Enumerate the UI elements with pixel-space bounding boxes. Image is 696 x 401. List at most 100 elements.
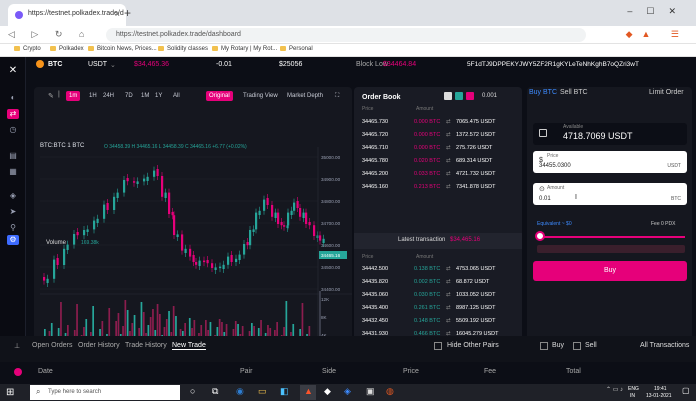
tab-open-orders[interactable]: Open Orders — [32, 342, 72, 349]
current-price-label: 34465.16 — [321, 253, 341, 258]
amount-field[interactable]: ⊙ Amount 0.01 I BTC — [533, 183, 687, 205]
new-tab-icon[interactable]: + — [124, 6, 131, 20]
exchange-icon[interactable]: ⇄ — [7, 109, 19, 119]
ask-amount-header: Amount — [416, 106, 434, 112]
timeframe-24h[interactable]: 24H — [100, 91, 117, 101]
bookmark-item[interactable]: Bitcoin News, Prices... — [88, 46, 157, 52]
chat-icon[interactable]: ◈ — [7, 191, 19, 201]
sell-tab[interactable]: Sell BTC — [560, 89, 588, 96]
tab-order-history[interactable]: Order History — [78, 342, 120, 349]
task-view-icon[interactable]: ○ — [190, 386, 195, 396]
buy-tab[interactable]: Buy BTC — [529, 89, 557, 96]
buy-filter-checkbox[interactable] — [540, 342, 548, 350]
col-date: Date — [38, 368, 53, 375]
sell-filter-checkbox[interactable] — [573, 342, 581, 350]
windows-start-icon[interactable]: ⊞ — [6, 387, 14, 398]
browser-tab[interactable]: https://testnet.polkadex.trade/d × — [8, 4, 126, 26]
buy-button[interactable]: Buy — [533, 261, 687, 281]
timeframe-1m[interactable]: 1m — [66, 91, 81, 101]
close-tab-icon[interactable]: × — [115, 9, 120, 19]
timeframe-1h[interactable]: 1H — [86, 91, 100, 101]
timeframe-7d[interactable]: 7D — [122, 91, 136, 101]
notifications-icon[interactable]: ▢ — [682, 386, 690, 395]
bookmark-item[interactable]: Polkadex — [50, 46, 84, 52]
chevron-down-icon[interactable]: ⌄ — [110, 61, 116, 69]
col-fee: Fee — [484, 368, 497, 375]
bid-price-header: Price — [362, 254, 374, 260]
bookmark-item[interactable]: Crypto — [14, 46, 41, 52]
tab-new-trade[interactable]: New Trade — [172, 342, 206, 350]
link-icon[interactable]: ⚲ — [7, 223, 19, 233]
brave-extension-icons[interactable]: ◆▲ ☰ — [626, 29, 688, 40]
row-amount: 0.261 BTC — [414, 305, 441, 311]
tab-trade-history[interactable]: Trade History — [125, 342, 167, 349]
amount-slider[interactable] — [537, 236, 685, 238]
settings-icon[interactable]: ⚙ — [7, 235, 19, 245]
candle-body — [66, 244, 69, 250]
slider-handle[interactable] — [535, 231, 545, 241]
file-explorer-icon[interactable]: ▭ — [258, 386, 267, 397]
all-transactions-select[interactable]: All Transactions — [640, 342, 689, 349]
windows-taskbar: ⊞ ⌕ Type here to search ○ ⧉ ◉ ▭ ◧ ▲ ◆ ◈ … — [0, 384, 696, 401]
candle-body — [222, 264, 225, 269]
swap-icon: ⇄ — [446, 318, 451, 324]
vscode-icon[interactable]: ◈ — [344, 386, 351, 397]
col-total: Total — [566, 368, 581, 375]
store-icon[interactable]: ◧ — [280, 386, 289, 397]
candle-body — [63, 248, 66, 265]
taskbar-search[interactable]: ⌕ Type here to search — [30, 385, 180, 400]
list-icon[interactable]: ▦ — [7, 167, 19, 177]
volume-tick-label: 8K — [321, 315, 328, 320]
tray-icons[interactable]: ⌃ ▭ ♪ — [606, 386, 623, 393]
clock-time[interactable]: 19:41 — [654, 386, 667, 392]
edge-icon[interactable]: ◉ — [236, 386, 244, 397]
hide-pairs-checkbox[interactable] — [434, 342, 442, 350]
book-view-both-icon[interactable] — [444, 92, 452, 100]
asset-symbol[interactable]: BTC — [48, 61, 62, 68]
chart-view-market-depth[interactable]: Market Depth — [284, 91, 326, 101]
order-type-selector[interactable]: Limit Order — [649, 89, 684, 96]
git-icon[interactable]: ◍ — [386, 386, 394, 397]
candle-body — [136, 181, 139, 184]
collapse-icon[interactable]: ⊥ — [14, 342, 20, 350]
candle-body — [286, 225, 289, 228]
row-price: 34435.820 — [362, 279, 388, 285]
fullscreen-icon[interactable]: ⛶ — [332, 91, 342, 102]
app-icon[interactable]: ◆ — [324, 386, 331, 397]
order-book-panel: Order Book 0.001 Price Amount Latest tra… — [354, 87, 522, 375]
row-amount: 0.002 BTC — [414, 279, 441, 285]
quote-selector[interactable]: USDT — [88, 61, 107, 68]
volume-label: Volume — [46, 240, 67, 246]
send-icon[interactable]: ➤ — [7, 207, 19, 217]
row-total: 4721.732 USDT — [456, 171, 496, 177]
book-view-asks-icon[interactable] — [466, 92, 474, 100]
wallet-address[interactable]: 5F1dTJ9DPPEKYJWY5ZF2R1gKYLeTeNhKghB7oQZr… — [467, 61, 639, 68]
candle-body — [305, 212, 308, 224]
terminal-icon[interactable]: ▣ — [366, 386, 375, 397]
timeframe-1y[interactable]: 1Y — [152, 91, 165, 101]
bookmark-item[interactable]: My Rotary | My Rot... — [212, 46, 277, 52]
candlestick-chart[interactable]: 35000.00 34900.00 34800.00 34700.00 34600.00… — [34, 87, 352, 375]
book-view-bids-icon[interactable] — [455, 92, 463, 100]
url-field[interactable]: https://testnet.polkadex.trade/dashboard — [106, 28, 586, 42]
timeframe-1m[interactable]: 1M — [138, 91, 152, 101]
candle-body — [316, 235, 319, 238]
candle-body — [168, 192, 171, 214]
dashboard-icon[interactable]: ◐ — [7, 93, 19, 103]
swap-icon: ⇄ — [446, 158, 451, 164]
chart-view-original[interactable]: Original — [206, 91, 233, 101]
decimals-selector[interactable]: 0.001 — [482, 93, 497, 99]
candle-body — [299, 208, 302, 217]
history-icon[interactable]: ◷ — [7, 125, 19, 135]
task-switcher-icon[interactable]: ⧉ — [212, 386, 218, 397]
price-field[interactable]: $ Price 34455.0300 USDT — [533, 151, 687, 173]
navigation-icons[interactable]: ◁ ▷ ↻ ⌂ — [8, 29, 91, 40]
polkadex-logo-icon[interactable]: ✕ — [7, 65, 19, 76]
window-controls[interactable]: –☐✕ — [627, 6, 690, 17]
wallet-icon[interactable]: ▤ — [7, 151, 19, 161]
bookmark-item[interactable]: Personal — [280, 46, 313, 52]
timeframe-all[interactable]: All — [170, 91, 183, 101]
chart-view-trading-view[interactable]: Trading View — [240, 91, 281, 101]
language-indicator[interactable]: ENG — [628, 386, 639, 392]
bookmark-item[interactable]: Solidity classes — [158, 46, 208, 52]
